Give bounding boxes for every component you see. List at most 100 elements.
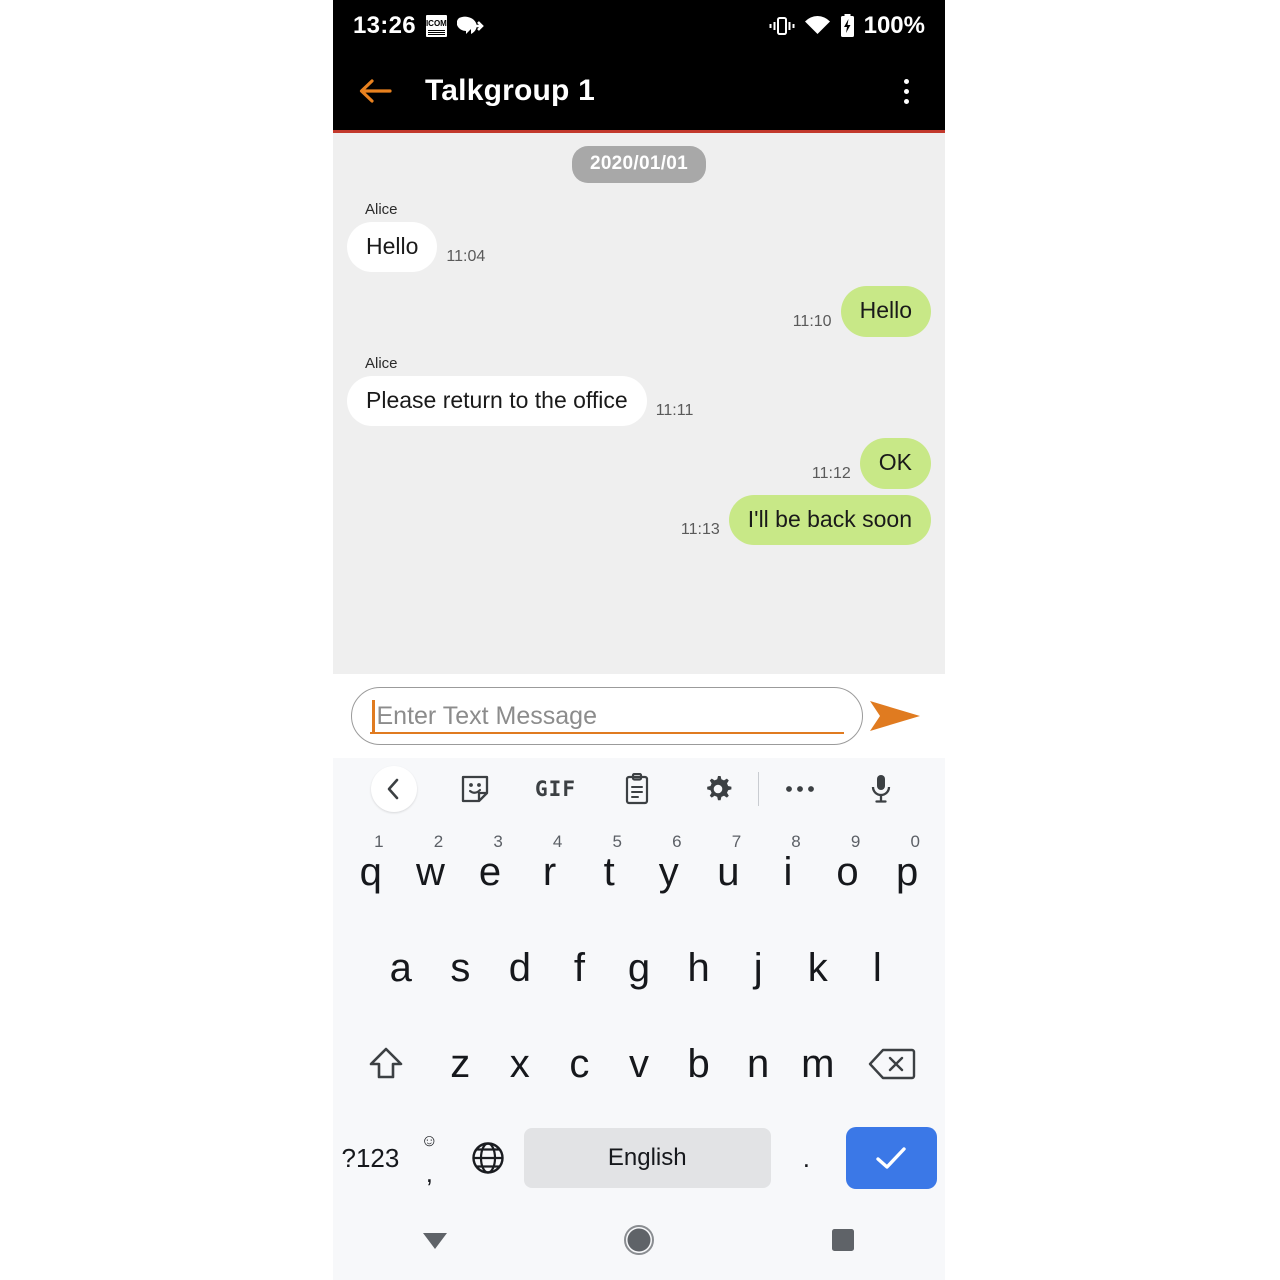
- key-number: 1: [374, 832, 384, 851]
- key-label: t: [603, 849, 615, 894]
- key-x[interactable]: x: [490, 1016, 550, 1112]
- settings-gear-icon[interactable]: [677, 758, 758, 820]
- kebab-dot: [903, 98, 909, 104]
- key-number: 7: [731, 832, 742, 851]
- key-m[interactable]: m: [788, 1016, 848, 1112]
- nav-recents-icon[interactable]: [741, 1226, 945, 1254]
- message-bubble[interactable]: Hello: [840, 286, 931, 337]
- key-label: w: [415, 849, 445, 894]
- key-label: v: [628, 1041, 649, 1086]
- key-s[interactable]: s: [431, 920, 491, 1016]
- key-label: g: [627, 945, 651, 990]
- key-i[interactable]: 8i: [758, 824, 818, 920]
- back-button[interactable]: [355, 71, 395, 111]
- key-v[interactable]: v: [609, 1016, 669, 1112]
- message-bubble[interactable]: OK: [859, 438, 931, 489]
- status-bar-left: 13:26 ICOM: [353, 12, 485, 40]
- input-underline: [370, 731, 844, 734]
- key-k[interactable]: k: [788, 920, 848, 1016]
- message-group: 11:10 Hello: [333, 286, 945, 337]
- period-key[interactable]: .: [777, 1112, 836, 1204]
- keyboard-row-4: ?123 ☺ , English .: [341, 1112, 938, 1204]
- microphone-icon[interactable]: [840, 758, 921, 820]
- shift-key[interactable]: [341, 1016, 430, 1112]
- key-a[interactable]: a: [371, 920, 431, 1016]
- backspace-key[interactable]: [848, 1016, 937, 1112]
- key-n[interactable]: n: [728, 1016, 788, 1112]
- wifi-icon: [804, 16, 831, 36]
- date-separator-row: 2020/01/01: [333, 133, 945, 183]
- key-h[interactable]: h: [669, 920, 729, 1016]
- key-label: l: [872, 945, 882, 990]
- clipboard-icon[interactable]: [596, 758, 677, 820]
- symbols-key[interactable]: ?123: [341, 1112, 400, 1204]
- keyboard-row-2: a s d f g h j k l: [341, 920, 937, 1016]
- send-button[interactable]: [863, 693, 929, 739]
- key-d[interactable]: d: [490, 920, 550, 1016]
- kebab-dot: [903, 78, 909, 84]
- battery-charging-icon: [840, 14, 855, 38]
- more-options-icon[interactable]: [759, 758, 840, 820]
- message-row: Hello 11:04: [347, 222, 931, 273]
- key-c[interactable]: c: [550, 1016, 610, 1112]
- keyboard-toolbar-collapse-button[interactable]: [353, 758, 434, 820]
- date-separator: 2020/01/01: [571, 146, 707, 183]
- key-y[interactable]: 6y: [639, 824, 699, 920]
- key-z[interactable]: z: [430, 1016, 490, 1112]
- enter-key[interactable]: [845, 1127, 938, 1189]
- key-label: u: [717, 849, 740, 894]
- message-group: Alice Hello 11:04: [333, 201, 945, 273]
- key-o[interactable]: 9o: [818, 824, 878, 920]
- message-row: 11:10 Hello: [347, 286, 931, 337]
- keyboard-toolbar: GIF: [333, 758, 945, 820]
- chat-message-list[interactable]: 2020/01/01 Alice Hello 11:04 11:10 Hello…: [333, 133, 945, 674]
- message-timestamp: 11:04: [446, 248, 486, 266]
- overflow-menu-button[interactable]: [889, 71, 923, 111]
- nav-back-down-icon[interactable]: [333, 1227, 537, 1253]
- message-bubble[interactable]: I'll be back soon: [728, 494, 931, 546]
- key-j[interactable]: j: [728, 920, 788, 1016]
- spacebar-key[interactable]: English: [523, 1128, 771, 1188]
- key-u[interactable]: 7u: [699, 824, 759, 920]
- gif-icon[interactable]: GIF: [515, 758, 596, 820]
- app-title-bar: Talkgroup 1: [333, 52, 945, 130]
- message-sender: Alice: [365, 201, 398, 218]
- keyboard-keys: 1q 2w 3e 4r 5t 6y 7u 8i 9o 0p a s d f g …: [333, 820, 945, 1204]
- key-label: c: [569, 1041, 590, 1086]
- language-globe-icon[interactable]: [459, 1112, 518, 1204]
- key-label: z: [450, 1041, 471, 1086]
- key-e[interactable]: 3e: [460, 824, 520, 920]
- message-timestamp: 11:12: [811, 464, 851, 482]
- key-q[interactable]: 1q: [341, 824, 401, 920]
- message-input-placeholder: Enter Text Message: [376, 701, 597, 730]
- spacebar-label: English: [607, 1144, 687, 1171]
- key-l[interactable]: l: [848, 920, 908, 1016]
- key-p[interactable]: 0p: [877, 824, 937, 920]
- message-bubble[interactable]: Hello: [347, 222, 438, 273]
- message-input-field[interactable]: Enter Text Message: [351, 687, 863, 745]
- key-w[interactable]: 2w: [401, 824, 461, 920]
- message-timestamp: 11:13: [680, 521, 720, 539]
- key-label: x: [509, 1041, 530, 1086]
- key-b[interactable]: b: [669, 1016, 729, 1112]
- key-label: p: [896, 849, 919, 894]
- key-label: r: [542, 849, 557, 894]
- status-bar: 13:26 ICOM 100%: [333, 0, 945, 52]
- message-bubble[interactable]: Please return to the office: [347, 375, 647, 427]
- key-label: b: [687, 1041, 710, 1086]
- key-number: 9: [850, 832, 861, 851]
- text-caret: [372, 700, 375, 732]
- comma-emoji-key[interactable]: ☺ ,: [400, 1112, 459, 1204]
- key-label: k: [807, 945, 828, 990]
- key-g[interactable]: g: [609, 920, 669, 1016]
- vibrate-icon: [769, 16, 795, 36]
- key-label: a: [389, 945, 412, 990]
- key-t[interactable]: 5t: [579, 824, 639, 920]
- message-timestamp: 11:11: [655, 402, 694, 420]
- key-r[interactable]: 4r: [520, 824, 580, 920]
- sticker-icon[interactable]: [434, 758, 515, 820]
- key-number: 0: [910, 832, 920, 851]
- key-f[interactable]: f: [550, 920, 610, 1016]
- nav-home-icon[interactable]: [537, 1223, 741, 1257]
- key-label: s: [450, 945, 471, 990]
